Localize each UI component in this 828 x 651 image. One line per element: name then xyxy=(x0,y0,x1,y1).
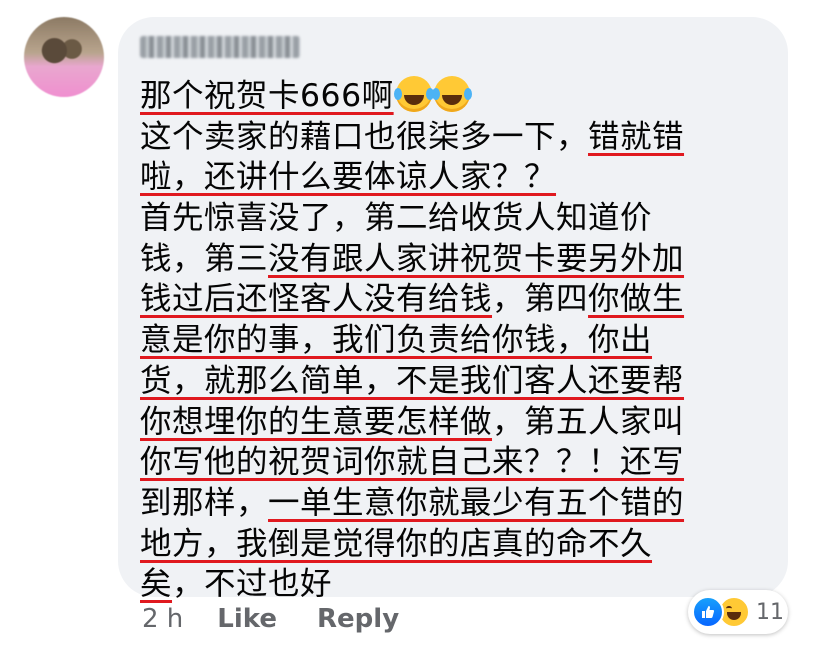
text-segment: ，不过也好 xyxy=(172,566,333,603)
text-segment: ，第四 xyxy=(492,281,589,318)
underlined-text-segment: 你写他的祝贺词你就自己来？？！还写 xyxy=(140,444,685,481)
underlined-text-segment: 啦，还讲什么要体谅人家？？ xyxy=(140,159,557,196)
comment-text-line: 这个卖家的藉口也很柒多一下，错就错 xyxy=(140,117,780,158)
underlined-text-segment: 地方，我倒是觉得你的店真的命不久 xyxy=(140,525,653,562)
comment-text-line: 到那样，一单生意你就最少有五个错的 xyxy=(140,483,780,524)
text-segment: 钱，第三 xyxy=(140,240,269,277)
reaction-count: 11 xyxy=(756,599,784,625)
like-icon xyxy=(692,596,724,628)
comment-timestamp[interactable]: 2 h xyxy=(142,604,183,634)
comment-text-line: 首先惊喜没了，第二给收货人知道价 xyxy=(140,198,780,239)
underlined-text-segment: 货，就那么简单，不是我们客人还要帮 xyxy=(140,362,685,399)
underlined-text-segment: 你想埋你的生意要怎样做 xyxy=(140,403,493,440)
comment-text: 那个祝贺卡666啊 这个卖家的藉口也很柒多一下，错就错 啦，还讲什么要体谅人家？？首… xyxy=(140,76,780,605)
text-segment: ，第五人家叫 xyxy=(492,403,685,440)
underlined-text-segment: 你做生 xyxy=(588,281,685,318)
laughing-tears-emoji-icon xyxy=(393,76,432,112)
underlined-text-segment: 没有跟人家讲祝贺卡要另外加 xyxy=(268,240,685,277)
comment-text-line: 你写他的祝贺词你就自己来？？！还写 xyxy=(140,442,780,483)
comment-text-line: 意是你的事，我们负责给你钱，你出 xyxy=(140,320,780,361)
reaction-summary[interactable]: 11 xyxy=(688,590,788,634)
comment-text-line: 那个祝贺卡666啊 xyxy=(140,76,780,117)
comment-text-line: 矣，不过也好 xyxy=(140,564,780,605)
laughing-tears-emoji-icon xyxy=(431,76,470,112)
like-button[interactable]: Like xyxy=(217,604,277,634)
underlined-text-segment: 错就错 xyxy=(588,118,685,155)
underlined-text-segment: 矣 xyxy=(140,566,173,603)
comment-text-line: 地方，我倒是觉得你的店真的命不久 xyxy=(140,524,780,565)
text-segment: 这个卖家的藉口也很柒多一下， xyxy=(140,118,589,155)
underlined-text-segment: 那个祝贺卡666啊 xyxy=(140,78,394,114)
comment-author-name[interactable] xyxy=(140,36,300,58)
underlined-text-segment: 钱过后还怪客人没有给钱 xyxy=(140,281,493,318)
comment-actions: 2 h Like Reply xyxy=(142,604,439,634)
avatar[interactable] xyxy=(24,17,104,97)
comment-text-line: 货，就那么简单，不是我们客人还要帮 xyxy=(140,361,780,402)
text-segment: 首先惊喜没了，第二给收货人知道价 xyxy=(140,200,653,237)
comment-text-line: 啦，还讲什么要体谅人家？？ xyxy=(140,157,780,198)
comment-text-line: 钱，第三没有跟人家讲祝贺卡要另外加 xyxy=(140,239,780,280)
comment-text-line: 钱过后还怪客人没有给钱，第四你做生 xyxy=(140,279,780,320)
text-segment: 到那样， xyxy=(140,484,269,521)
underlined-text-segment: 意是你的事，我们负责给你钱，你出 xyxy=(140,322,653,359)
comment-text-line: 你想埋你的生意要怎样做，第五人家叫 xyxy=(140,402,780,443)
underlined-text-segment: 一单生意你就最少有五个错的 xyxy=(268,484,685,521)
reply-button[interactable]: Reply xyxy=(317,604,399,634)
